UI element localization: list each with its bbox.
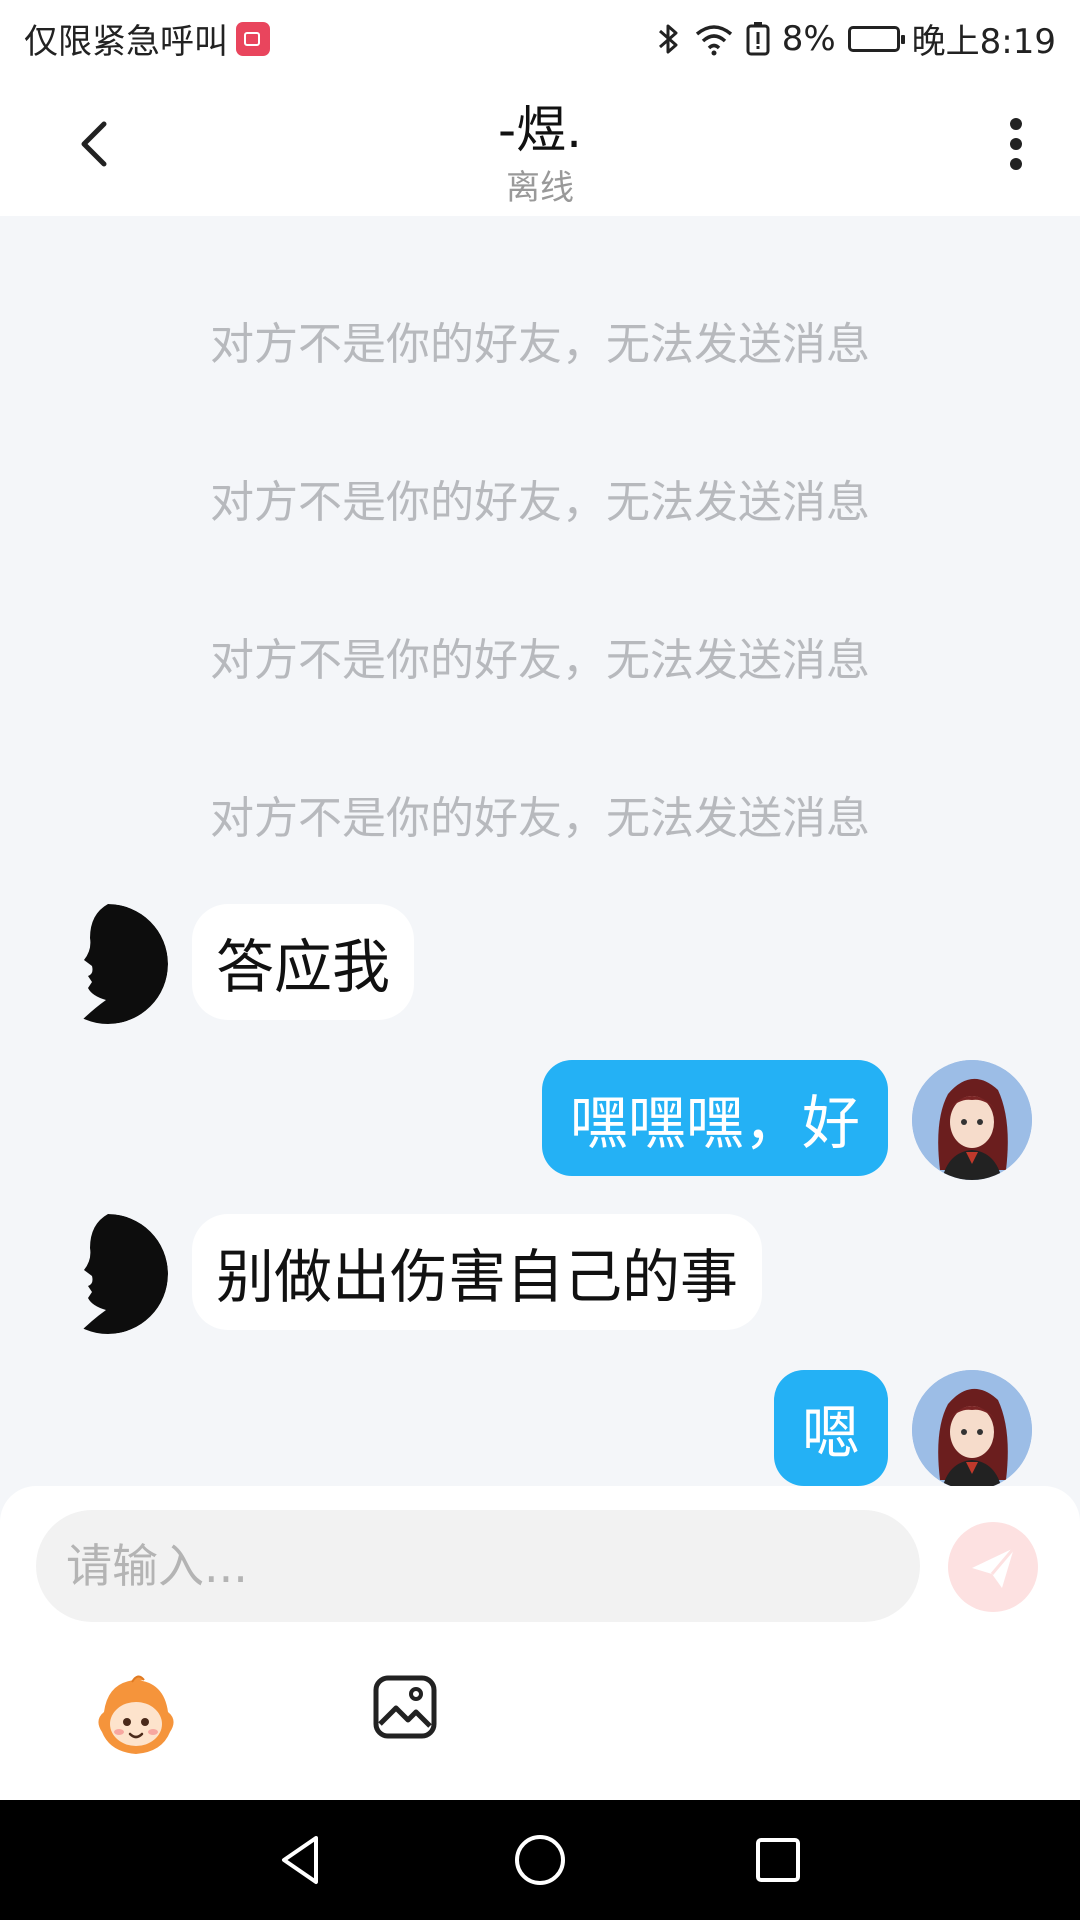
system-notice: 对方不是你的好友，无法发送消息 [210,793,870,844]
paper-plane-icon [972,1547,1016,1588]
system-nav-bar [0,1800,1080,1920]
battery-alert-icon [746,21,770,55]
carrier-text: 仅限紧急呼叫 [24,22,228,62]
silhouette-avatar-icon [48,1214,168,1334]
chat-title: -煜. [498,101,582,159]
contact-avatar[interactable] [48,1214,168,1334]
anime-avatar-icon [912,1060,1032,1180]
message-row: 答应我 [0,904,1080,1034]
message-row: 别做出伤害自己的事 [0,1214,1080,1344]
system-notice: 对方不是你的好友，无法发送消息 [210,319,870,370]
more-vertical-icon[interactable] [988,108,1044,180]
message-bubble-outgoing[interactable]: 嘿嘿嘿，好 [541,1060,888,1176]
image-button[interactable] [372,1674,438,1740]
online-status: 离线 [506,168,574,208]
chat-header: -煜. 离线 [0,72,1080,216]
message-bubble-incoming[interactable]: 答应我 [192,904,415,1020]
message-input[interactable]: 请输入... [36,1510,920,1622]
contact-avatar[interactable] [48,904,168,1024]
user-avatar[interactable] [912,1370,1032,1490]
send-button[interactable] [948,1522,1038,1612]
message-row: 嘿嘿嘿，好 [0,1060,1080,1190]
user-avatar[interactable] [912,1060,1032,1180]
status-left: 仅限紧急呼叫 [24,14,270,63]
image-icon [373,1675,437,1739]
nav-recents-icon[interactable] [748,1830,808,1890]
silhouette-avatar-icon [48,904,168,1024]
status-bar: 仅限紧急呼叫 8% 晚上8:19 [0,0,1080,72]
battery-icon [847,25,905,52]
message-bubble-outgoing[interactable]: 嗯 [773,1370,888,1486]
message-row: 嗯 [0,1370,1080,1500]
screen-record-icon [236,21,270,56]
status-right: 8% 晚上8:19 [656,14,1056,63]
message-bubble-incoming[interactable]: 别做出伤害自己的事 [192,1214,763,1330]
bluetooth-icon [658,24,678,53]
composer-panel: 请输入... [0,1486,1080,1800]
system-notice: 对方不是你的好友，无法发送消息 [210,635,870,686]
nav-back-icon[interactable] [272,1830,332,1890]
emoji-mascot-icon [98,1675,174,1754]
battery-percent: 8% [781,18,836,59]
status-time: 晚上8:19 [911,22,1056,62]
system-notice: 对方不是你的好友，无法发送消息 [210,477,870,528]
wifi-icon [695,24,732,55]
nav-home-icon[interactable] [510,1830,570,1890]
anime-avatar-icon [912,1370,1032,1490]
emoji-button[interactable] [92,1672,180,1760]
